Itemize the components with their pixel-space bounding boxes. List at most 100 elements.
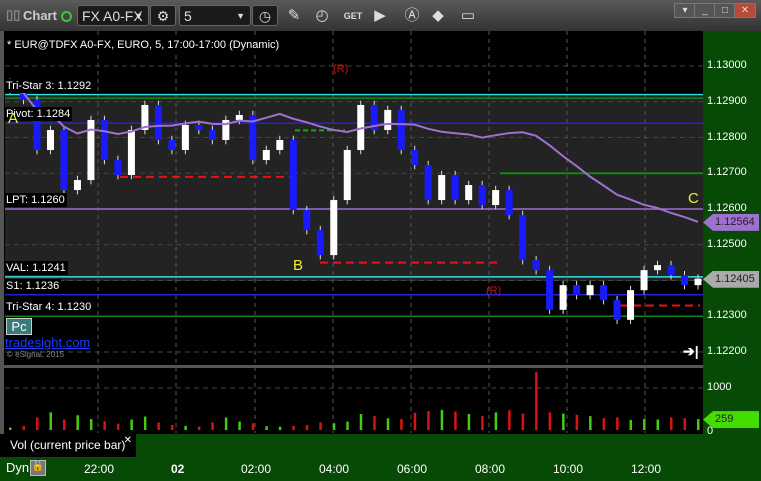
- volume-bar: [184, 425, 187, 430]
- volume-tag: 259: [703, 411, 759, 429]
- gear-icon: ⚙: [156, 8, 170, 24]
- volume-bar: [278, 426, 282, 430]
- volume-bar: [454, 411, 457, 430]
- candle: [654, 265, 662, 271]
- price-tick: 1.12800: [707, 130, 747, 143]
- time-tick: 10:00: [553, 462, 584, 476]
- pencil-icon[interactable]: ✎: [284, 6, 304, 26]
- maximize-button[interactable]: □: [714, 3, 736, 18]
- volume-bar: [400, 419, 403, 430]
- candle: [384, 109, 392, 130]
- volume-bar: [103, 421, 106, 430]
- dyn-label: Dyn: [6, 460, 30, 475]
- volume-bar: [170, 424, 174, 430]
- close-icon[interactable]: ✕: [124, 429, 132, 452]
- price-tick: 1.12300: [707, 309, 747, 322]
- alert-icon[interactable]: Ⓐ: [402, 6, 422, 26]
- volume-bar: [602, 418, 606, 430]
- candle: [694, 278, 702, 286]
- volume-bar: [386, 418, 390, 430]
- price-chart[interactable]: [0, 31, 703, 481]
- candle: [451, 175, 459, 201]
- symbol-dropdown[interactable]: FX A0-FX ▼: [77, 5, 149, 26]
- volume-study-tab[interactable]: Vol (current price bar) ✕: [0, 434, 135, 457]
- get-icon[interactable]: GET: [343, 6, 363, 26]
- volume-study-bar: [136, 434, 703, 457]
- link-icon[interactable]: ◆: [428, 6, 448, 26]
- price-axis[interactable]: 1.13000 1.12900 1.12800 1.12700 1.12600 1.125…: [703, 31, 761, 481]
- volume-bar: [562, 413, 565, 430]
- candle: [505, 190, 513, 216]
- volume-bar: [35, 417, 39, 430]
- level-label: VAL: 1.1241: [4, 260, 68, 275]
- volume-bar: [440, 409, 444, 430]
- annotation-c: C: [688, 190, 699, 207]
- candle: [532, 260, 540, 271]
- time-tick: 08:00: [475, 462, 506, 476]
- level-label: Tri-Star 3: 1.1292: [4, 78, 94, 93]
- close-button[interactable]: ✕: [734, 3, 756, 18]
- time-button[interactable]: ◷: [252, 5, 278, 26]
- volume-bar: [89, 419, 93, 430]
- candle: [208, 129, 216, 141]
- interval-value: 5: [184, 8, 192, 24]
- volume-bar: [643, 419, 646, 430]
- volume-bar: [62, 419, 66, 430]
- volume-bar: [157, 422, 160, 430]
- volume-bar: [683, 418, 687, 430]
- price-tick: 1.13000: [707, 59, 747, 71]
- copyright: © eSignal, 2015: [7, 350, 65, 359]
- price-tick: 1.12200: [707, 345, 747, 357]
- volume-bar: [656, 419, 660, 430]
- candle: [627, 290, 635, 320]
- volume-bar: [589, 416, 592, 430]
- time-tick: 02: [171, 462, 185, 476]
- study-icon[interactable]: ◴: [312, 6, 332, 26]
- volume-bar: [116, 423, 120, 430]
- level-label: S1: 1.1236: [4, 278, 62, 293]
- volume-bar: [319, 422, 322, 430]
- time-tick: 02:00: [241, 462, 272, 476]
- lock-icon[interactable]: 🔓: [30, 460, 46, 476]
- time-tick: 06:00: [397, 462, 428, 476]
- candle: [181, 124, 189, 151]
- title-bar: ▯▯ Chart FX A0-FX ▼ ⚙ 5 ▼ ◷ ✎ ◴ GET ▶ Ⓐ ◆ …: [0, 0, 761, 31]
- candle: [262, 150, 270, 161]
- volume-bar: [332, 423, 336, 430]
- window-menu-button[interactable]: ▾: [674, 3, 696, 18]
- annotation-a: A: [8, 110, 19, 127]
- panel-grip-icon[interactable]: ▯▯: [6, 7, 20, 23]
- volume-bar: [373, 416, 376, 430]
- volume-bar: [697, 419, 700, 430]
- candle: [397, 109, 405, 151]
- time-axis[interactable]: Dyn 🔓 22:00 02 02:00 04:00 06:00 08:00 10:00 12…: [0, 457, 703, 481]
- candle: [586, 285, 594, 296]
- play-icon[interactable]: ▶: [370, 6, 390, 26]
- candle: [235, 114, 243, 120]
- ma-price-tag: 1.12564: [703, 213, 759, 231]
- minimize-button[interactable]: _: [694, 3, 716, 18]
- pc-button[interactable]: Pc: [6, 318, 32, 335]
- volume-study-label: Vol (current price bar): [10, 438, 126, 452]
- volume-bar: [238, 421, 241, 430]
- candle: [573, 285, 581, 296]
- candle: [289, 140, 297, 211]
- volume-bar: [521, 413, 525, 430]
- chevron-down-icon: ▼: [134, 11, 143, 21]
- candle: [276, 140, 284, 151]
- volume-bar: [292, 425, 295, 430]
- brand-link[interactable]: tradesight.com: [5, 335, 90, 350]
- scroll-to-end-icon[interactable]: ➔|: [683, 343, 699, 360]
- comment-icon[interactable]: ▭: [458, 6, 478, 26]
- price-tick: 1.12500: [707, 237, 747, 250]
- candle: [667, 265, 675, 276]
- volume-bar: [616, 417, 619, 430]
- settings-button[interactable]: ⚙: [150, 5, 176, 26]
- candle: [681, 275, 689, 286]
- volume-bar: [251, 423, 255, 430]
- interval-dropdown[interactable]: 5 ▼: [179, 5, 251, 26]
- volume-bar: [76, 415, 79, 430]
- candle: [154, 104, 162, 141]
- volume-bar: [346, 421, 349, 430]
- candle: [519, 215, 527, 261]
